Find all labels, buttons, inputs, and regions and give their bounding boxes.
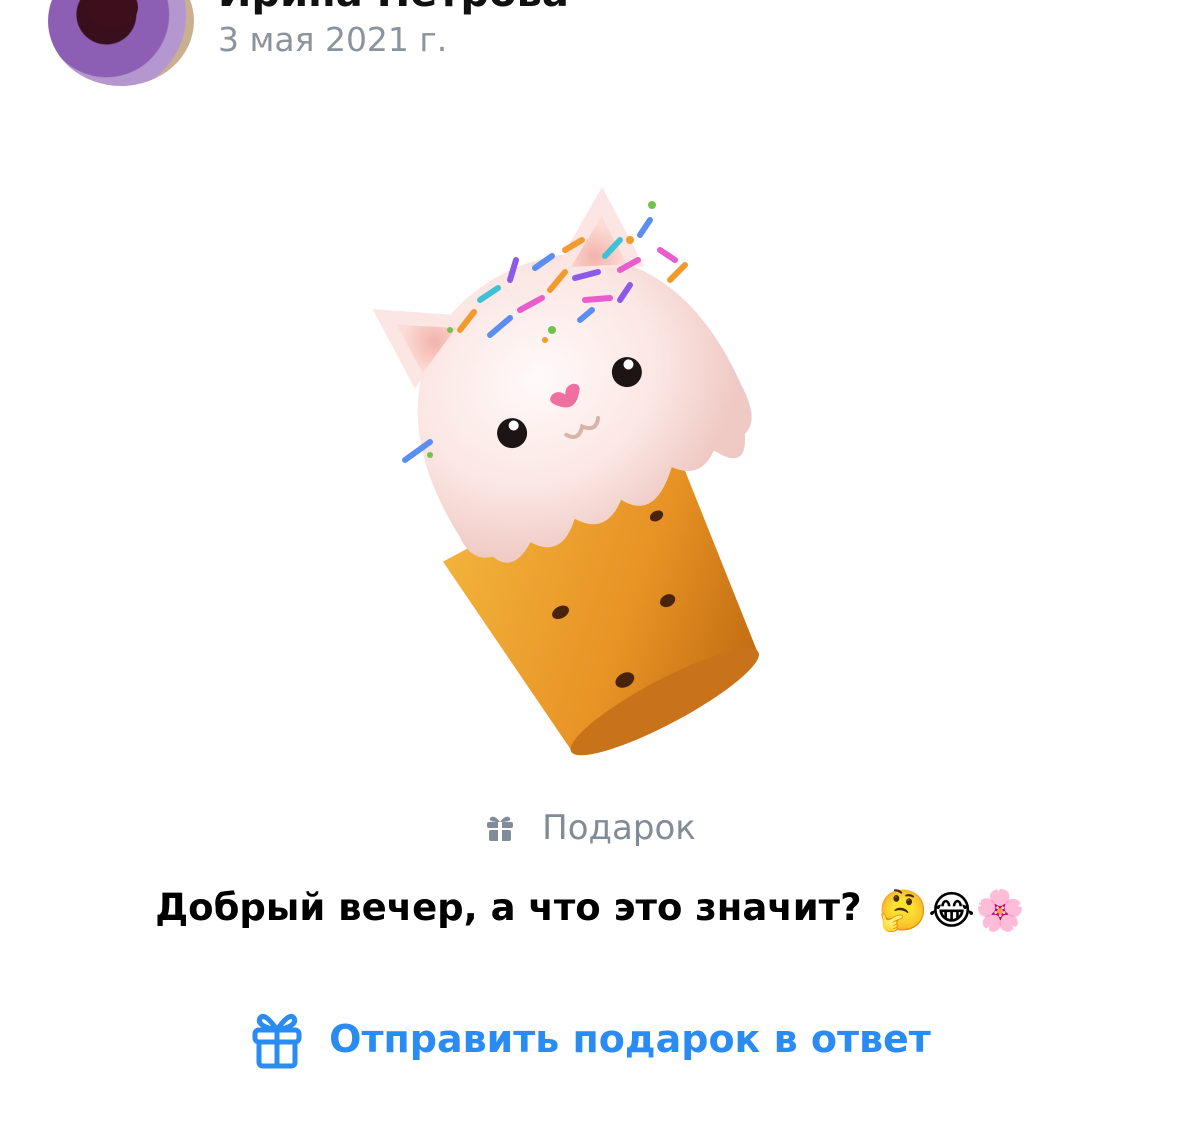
author-name[interactable]: Ирина Петрова bbox=[218, 0, 569, 16]
send-gift-back-button[interactable]: Отправить подарок в ответ bbox=[0, 1008, 1180, 1074]
gift-type-label: Подарок bbox=[542, 808, 696, 848]
gift-outline-icon bbox=[252, 1014, 302, 1069]
message-emojis: 🤔😂🌸 bbox=[878, 888, 1025, 934]
gift-sticker-image bbox=[372, 187, 759, 756]
post-header: Ирина Петрова 3 мая 2021 г. bbox=[0, 0, 1180, 100]
gift-type-row: Подарок bbox=[0, 808, 1180, 853]
gift-icon bbox=[487, 816, 514, 841]
gift-message: Добрый вечер, а что это значит? 🤔😂🌸 bbox=[0, 886, 1180, 934]
gift-message-text: Добрый вечер, а что это значит? bbox=[155, 886, 862, 929]
send-gift-back-label: Отправить подарок в ответ bbox=[329, 1017, 931, 1061]
avatar[interactable] bbox=[48, 0, 194, 86]
post-date: 3 мая 2021 г. bbox=[218, 20, 448, 59]
